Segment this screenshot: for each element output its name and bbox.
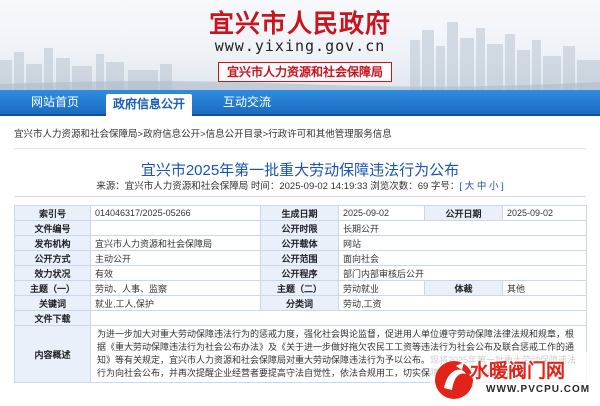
issuer-value: 宜兴市人力资源和社会保障局	[90, 235, 261, 251]
validity-label: 效力状况	[14, 265, 91, 281]
table-row: 关键词 就业,工人,保护 分类词 劳动,工资	[14, 295, 587, 311]
gen-date-value: 2025-09-02	[338, 205, 425, 221]
pub-process-label: 公开程序	[260, 265, 339, 281]
pub-time-limit-value: 长期公开	[338, 220, 587, 236]
watermark-text: 水暖阀门网	[470, 360, 566, 382]
summary-label: 内容概述	[14, 325, 91, 383]
pub-method-label: 公开方式	[14, 250, 91, 266]
doc-no-label: 文件编号	[14, 220, 91, 236]
doc-download-label: 文件下载	[14, 310, 91, 326]
main-nav: 网站首页 政府信息公开 互动交流	[0, 90, 600, 116]
pub-scope-value: 面向社会	[338, 250, 587, 266]
article-meta-text: 来源：宜兴市人力资源和社会保障局 时间：2025-09-02 14:19:33 …	[96, 181, 460, 192]
keywords-label: 关键词	[14, 295, 91, 311]
pub-channel-value: 网站	[338, 235, 587, 251]
doc-download-value[interactable]	[90, 310, 587, 326]
genre-label: 体裁	[424, 280, 503, 296]
article-meta: 来源：宜兴市人力资源和社会保障局 时间：2025-09-02 14:19:33 …	[0, 178, 600, 192]
gen-date-label: 生成日期	[260, 205, 339, 221]
article-title: 宜兴市2025年第一批重大劳动保障违法行为公布	[140, 162, 460, 179]
pub-date-value: 2025-09-02	[502, 205, 587, 221]
category-value: 劳动,工资	[338, 295, 587, 311]
table-row: 公开方式 主动公开 公开范围 面向社会	[14, 250, 587, 266]
nav-item-interaction[interactable]: 互动交流	[206, 90, 288, 114]
divider	[14, 196, 586, 197]
breadcrumb-item[interactable]: 政府信息公开	[143, 129, 200, 140]
table-row: 文件编号 公开时限 长期公开	[14, 220, 587, 236]
doc-no-value	[90, 220, 261, 236]
keywords-value: 就业,工人,保护	[90, 295, 261, 311]
issuer-label: 发布机构	[14, 235, 91, 251]
table-row: 发布机构 宜兴市人力资源和社会保障局 公开载体 网站	[14, 235, 587, 251]
site-banner: 宜兴市人民政府 www.yixing.gov.cn 宜兴市人力资源和社会保障局	[0, 0, 600, 90]
genre-value: 其他	[502, 280, 587, 296]
pub-time-limit-label: 公开时限	[260, 220, 339, 236]
breadcrumb-item[interactable]: 信息公开目录	[206, 129, 263, 140]
pub-date-label: 公开日期	[424, 205, 503, 221]
index-no-value: 014046317/2025-05266	[90, 205, 261, 221]
nav-item-home[interactable]: 网站首页	[14, 90, 96, 114]
pub-channel-label: 公开载体	[260, 235, 339, 251]
watermark-url: WWW.PVCPU.COM	[486, 384, 591, 395]
site-url: www.yixing.gov.cn	[214, 37, 386, 55]
index-no-label: 索引号	[14, 205, 91, 221]
table-row: 效力状况 有效 公开程序 部门内部审核后公开	[14, 265, 587, 281]
font-size-switch[interactable]: [ 大 中 小 ]	[459, 181, 503, 192]
breadcrumb-item[interactable]: 宜兴市人力资源和社会保障局	[14, 129, 138, 140]
breadcrumb: 宜兴市人力资源和社会保障局>政府信息公开>信息公开目录>行政许可和其他管理服务信…	[14, 127, 586, 149]
validity-value: 有效	[90, 265, 261, 281]
pub-scope-label: 公开范围	[260, 250, 339, 266]
nav-item-gov-info[interactable]: 政府信息公开	[106, 94, 192, 116]
topic2-label: 主题（二）	[260, 280, 339, 296]
topic1-label: 主题（一）	[14, 280, 91, 296]
category-label: 分类词	[260, 295, 339, 311]
table-row: 索引号 014046317/2025-05266 生成日期 2025-09-02…	[14, 205, 587, 221]
pub-process-value: 部门内部审核后公开	[338, 265, 587, 281]
topic1-value: 劳动、人事、监察	[90, 280, 261, 296]
topic2-value: 劳动就业	[338, 280, 425, 296]
breadcrumb-item[interactable]: 行政许可和其他管理服务信息	[268, 129, 392, 140]
table-row: 主题（一） 劳动、人事、监察 主题（二） 劳动就业 体裁 其他	[14, 280, 587, 296]
site-title: 宜兴市人民政府	[208, 9, 391, 38]
table-row: 文件下载	[14, 310, 587, 326]
pub-method-value: 主动公开	[90, 250, 261, 266]
department-name: 宜兴市人力资源和社会保障局	[218, 62, 393, 82]
